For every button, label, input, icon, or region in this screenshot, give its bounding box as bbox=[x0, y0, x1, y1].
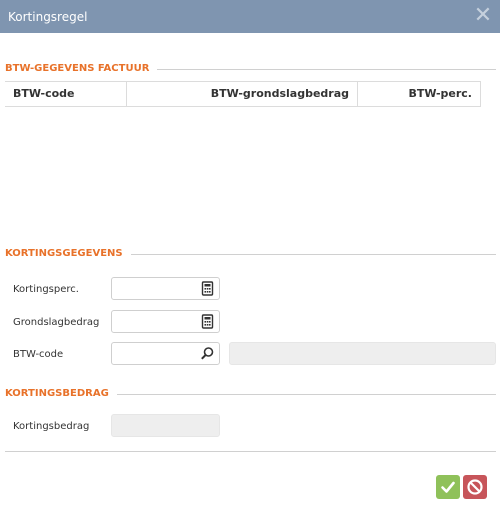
check-icon bbox=[441, 481, 455, 493]
btw-code-label: BTW-code bbox=[13, 349, 64, 360]
dialog-title: Kortingsregel bbox=[8, 10, 88, 24]
btw-code-input[interactable] bbox=[111, 342, 220, 365]
cancel-button[interactable] bbox=[463, 475, 487, 499]
grondslagbedrag-input[interactable] bbox=[111, 310, 220, 333]
btw-code-description bbox=[229, 342, 496, 365]
section-kortingsbedrag: KORTINGSBEDRAG bbox=[5, 388, 496, 402]
dialog-titlebar: Kortingsregel ✕ bbox=[0, 0, 500, 33]
column-header-btw-code[interactable]: BTW-code bbox=[5, 82, 127, 106]
cancel-icon bbox=[467, 479, 483, 495]
column-header-btw-grondslagbedrag[interactable]: BTW-grondslagbedrag bbox=[127, 82, 358, 106]
calculator-icon[interactable] bbox=[200, 281, 215, 296]
kortingsperc-input[interactable] bbox=[111, 277, 220, 300]
kortingsbedrag-label: Kortingsbedrag bbox=[13, 421, 90, 432]
search-icon[interactable] bbox=[200, 346, 215, 361]
btw-table: BTW-code BTW-grondslagbedrag BTW-perc. bbox=[5, 81, 481, 107]
section-label-btw: BTW-GEGEVENS FACTUUR bbox=[5, 63, 158, 74]
column-header-btw-perc[interactable]: BTW-perc. bbox=[358, 82, 480, 106]
kortingsperc-label: Kortingsperc. bbox=[13, 284, 79, 295]
kortingsbedrag-value bbox=[111, 414, 220, 437]
grondslagbedrag-label: Grondslagbedrag bbox=[13, 317, 100, 328]
ok-button[interactable] bbox=[436, 475, 460, 499]
footer-divider bbox=[5, 451, 496, 452]
section-label-korting: KORTINGSGEGEVENS bbox=[5, 248, 131, 259]
section-label-bedrag: KORTINGSBEDRAG bbox=[5, 388, 117, 399]
section-kortingsgegevens: KORTINGSGEGEVENS bbox=[5, 248, 496, 262]
section-btw-gegevens: BTW-GEGEVENS FACTUUR bbox=[5, 63, 496, 77]
close-icon[interactable]: ✕ bbox=[472, 4, 494, 28]
calculator-icon[interactable] bbox=[200, 314, 215, 329]
